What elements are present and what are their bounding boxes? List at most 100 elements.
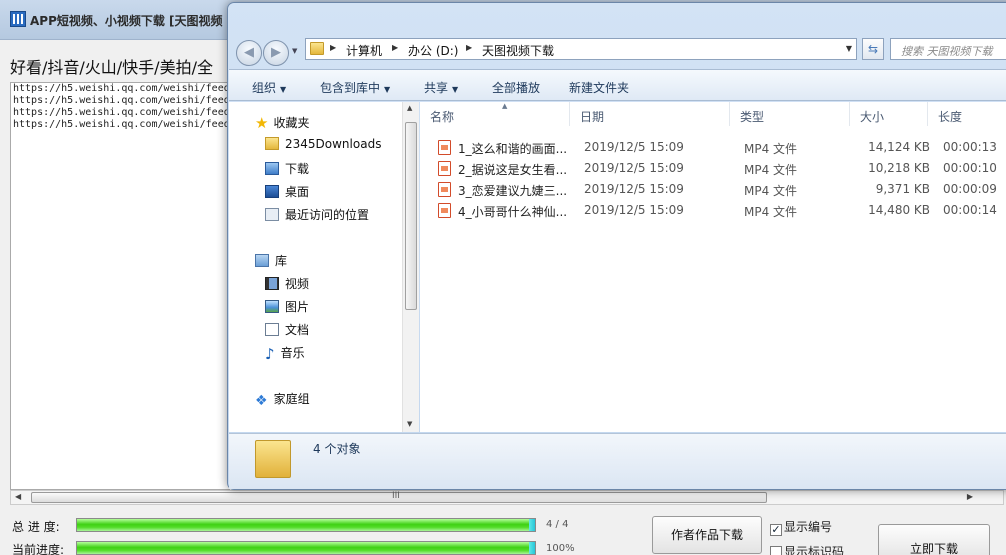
address-dropdown-icon[interactable]: ▼ — [846, 44, 852, 53]
scroll-right-icon[interactable]: ▶ — [967, 492, 973, 501]
column-header-length[interactable]: 长度 — [928, 102, 1006, 126]
current-progress-bar — [76, 541, 536, 555]
share-menu[interactable]: 共享 ▼ — [424, 79, 458, 96]
include-in-library-menu[interactable]: 包含到库中 ▼ — [320, 79, 390, 96]
item-count: 4 个对象 — [313, 442, 361, 456]
command-bar: 组织 ▼ 包含到库中 ▼ 共享 ▼ 全部播放 新建文件夹 — [229, 69, 1006, 101]
explorer-window: ◀ ▶ ▼ ▶ 计算机 ▶ 办公 (D:) ▶ 天图视频下载 ▼ ⇆ 搜索 天图… — [227, 2, 1006, 490]
url-line: https://h5.weishi.qq.com/weishi/feed — [13, 95, 230, 106]
breadcrumb-separator-icon[interactable]: ▶ — [330, 43, 336, 52]
homegroup-icon: ❖ — [255, 393, 268, 409]
mp4-file-icon — [438, 203, 451, 218]
scrollbar-thumb[interactable] — [405, 122, 417, 310]
file-list: 名称 ▲ 日期 类型 大小 长度 1_这么和谐的画面... 2019/12/5 … — [420, 102, 1006, 432]
chevron-down-icon: ▼ — [452, 85, 459, 94]
file-length: 00:00:09 — [943, 182, 997, 196]
file-name: 1_这么和谐的画面... — [458, 142, 568, 156]
show-number-checkbox[interactable]: ✓ 显示编号 — [770, 518, 832, 536]
file-row[interactable]: 3_恋爱建议九婕三... 2019/12/5 15:09 MP4 文件 9,37… — [420, 179, 1006, 200]
file-type: MP4 文件 — [744, 205, 798, 219]
file-date: 2019/12/5 15:09 — [584, 203, 684, 217]
current-progress-label: 当前进度: — [12, 543, 65, 555]
new-folder-button[interactable]: 新建文件夹 — [569, 79, 629, 96]
checkbox-box[interactable] — [770, 546, 782, 555]
recent-pages-dropdown-icon[interactable]: ▼ — [292, 47, 297, 55]
app-title: APP短视频、小视频下载 [天图视频 — [30, 14, 223, 28]
nav-homegroup[interactable]: ❖ 家庭组 — [255, 390, 310, 409]
nav-item-documents[interactable]: 文档 — [265, 321, 309, 338]
music-note-icon: ♪ — [265, 345, 275, 363]
chevron-down-icon: ▼ — [384, 85, 391, 94]
show-marker-label: 显示标识码 — [784, 545, 845, 555]
search-input[interactable]: 搜索 天图视频下载 — [890, 38, 1006, 60]
forward-arrow-icon: ▶ — [271, 45, 281, 60]
current-progress-fill — [77, 542, 535, 554]
chevron-down-icon: ▼ — [280, 85, 287, 94]
refresh-button[interactable]: ⇆ — [862, 38, 884, 60]
file-length: 00:00:13 — [943, 140, 997, 154]
show-number-label: 显示编号 — [784, 520, 833, 534]
file-length: 00:00:14 — [943, 203, 997, 217]
url-line: https://h5.weishi.qq.com/weishi/feed — [13, 119, 230, 130]
picture-library-icon — [265, 300, 279, 313]
nav-item-pictures[interactable]: 图片 — [265, 298, 309, 315]
desktop-icon — [265, 185, 279, 198]
file-name: 3_恋爱建议九婕三... — [458, 184, 568, 198]
download-now-button[interactable]: 立即下载 — [878, 524, 990, 555]
forward-button[interactable]: ▶ — [263, 40, 289, 66]
back-button[interactable]: ◀ — [236, 40, 262, 66]
nav-item-videos[interactable]: 视频 — [265, 275, 309, 292]
breadcrumb-folder[interactable]: 天图视频下载 — [482, 42, 554, 59]
file-date: 2019/12/5 15:09 — [584, 161, 684, 175]
back-arrow-icon: ◀ — [244, 45, 254, 60]
horizontal-scrollbar[interactable]: ◀ III ▶ — [10, 490, 1004, 505]
author-works-download-button[interactable]: 作者作品下载 — [652, 516, 762, 554]
file-row[interactable]: 4_小哥哥什么神仙... 2019/12/5 15:09 MP4 文件 14,4… — [420, 200, 1006, 221]
library-icon — [255, 254, 269, 267]
checkbox-box[interactable]: ✓ — [770, 524, 782, 536]
breadcrumb-separator-icon[interactable]: ▶ — [392, 43, 398, 52]
mp4-file-icon — [438, 161, 451, 176]
file-row[interactable]: 2_据说这是女生看... 2019/12/5 15:09 MP4 文件 10,2… — [420, 158, 1006, 179]
total-progress-text: 4 / 4 — [546, 519, 569, 530]
total-progress-fill — [77, 519, 535, 531]
column-header-size[interactable]: 大小 — [850, 102, 928, 126]
nav-libraries[interactable]: 库 — [255, 252, 287, 269]
video-library-icon — [265, 277, 279, 290]
mp4-file-icon — [438, 140, 451, 155]
file-name: 4_小哥哥什么神仙... — [458, 205, 568, 219]
breadcrumb-drive[interactable]: 办公 (D:) — [408, 42, 458, 59]
mp4-file-icon — [438, 182, 451, 197]
url-line: https://h5.weishi.qq.com/weishi/feed — [13, 83, 230, 94]
file-size: 9,371 KB — [875, 182, 930, 196]
breadcrumb-separator-icon[interactable]: ▶ — [466, 43, 472, 52]
total-progress-label: 总 进 度: — [12, 520, 60, 534]
address-bar[interactable]: ▶ 计算机 ▶ 办公 (D:) ▶ 天图视频下载 ▼ — [305, 38, 857, 60]
nav-favorites[interactable]: ★ 收藏夹 — [255, 114, 309, 132]
organize-menu[interactable]: 组织 ▼ — [252, 79, 286, 96]
scrollbar-thumb[interactable]: III — [31, 491, 767, 503]
column-header-type[interactable]: 类型 — [730, 102, 850, 126]
file-type: MP4 文件 — [744, 184, 798, 198]
scroll-down-icon[interactable]: ▼ — [407, 420, 412, 428]
play-all-button[interactable]: 全部播放 — [492, 79, 540, 96]
url-textarea[interactable]: https://h5.weishi.qq.com/weishi/feed htt… — [10, 82, 230, 490]
file-row[interactable]: 1_这么和谐的画面... 2019/12/5 15:09 MP4 文件 14,1… — [420, 137, 1006, 158]
nav-item-downloads[interactable]: 下载 — [265, 160, 309, 177]
nav-item-music[interactable]: ♪ 音乐 — [265, 344, 305, 363]
nav-item-2345downloads[interactable]: 2345Downloads — [265, 137, 381, 151]
refresh-icon: ⇆ — [867, 42, 879, 56]
file-type: MP4 文件 — [744, 142, 798, 156]
column-header-date[interactable]: 日期 — [570, 102, 730, 126]
show-marker-checkbox[interactable]: 显示标识码 — [770, 543, 844, 555]
folder-icon — [255, 440, 291, 478]
nav-vertical-scrollbar[interactable]: ▲ ▼ — [402, 102, 419, 432]
file-size: 14,124 KB — [868, 140, 930, 154]
column-header-name[interactable]: 名称 — [420, 102, 570, 126]
nav-item-desktop[interactable]: 桌面 — [265, 183, 309, 200]
scroll-left-icon[interactable]: ◀ — [15, 492, 21, 501]
breadcrumb-computer[interactable]: 计算机 — [346, 42, 382, 59]
scroll-up-icon[interactable]: ▲ — [407, 104, 412, 112]
total-progress-bar — [76, 518, 536, 532]
nav-item-recent-places[interactable]: 最近访问的位置 — [265, 206, 369, 223]
